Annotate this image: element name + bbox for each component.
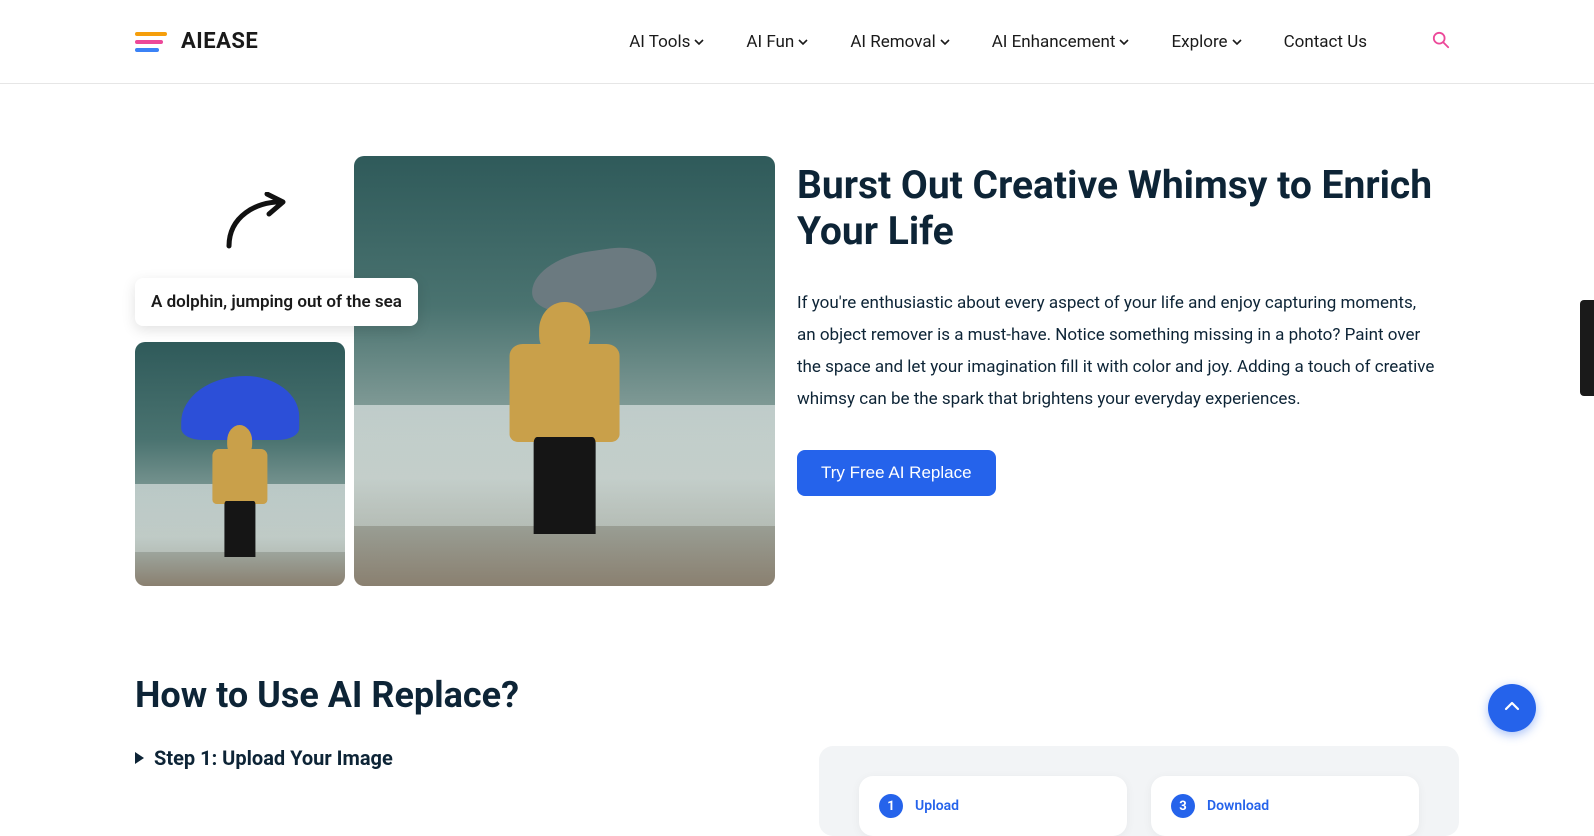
feedback-tab[interactable] bbox=[1580, 300, 1594, 396]
nav-ai-tools[interactable]: AI Tools bbox=[629, 32, 704, 52]
prompt-caption: A dolphin, jumping out of the sea bbox=[135, 278, 418, 326]
brand-name: AIEASE bbox=[181, 29, 258, 54]
step-label: Step 1: Upload Your Image bbox=[154, 746, 393, 770]
source-image bbox=[135, 342, 345, 586]
result-image bbox=[354, 156, 775, 586]
step-badge-label: Download bbox=[1207, 798, 1269, 814]
nav-ai-removal[interactable]: AI Removal bbox=[850, 32, 949, 52]
preview-card-download: 3 Download bbox=[1151, 776, 1419, 836]
main-nav: AI Tools AI Fun AI Removal AI Enhancemen… bbox=[629, 24, 1459, 60]
chevron-down-icon bbox=[940, 37, 950, 47]
nav-ai-fun[interactable]: AI Fun bbox=[746, 32, 808, 52]
howto-steps: Step 1: Upload Your Image bbox=[135, 746, 759, 836]
step-number-badge: 3 bbox=[1171, 794, 1195, 818]
nav-label: AI Removal bbox=[850, 32, 935, 52]
chevron-down-icon bbox=[1232, 37, 1242, 47]
step-badge-label: Upload bbox=[915, 798, 959, 814]
nav-contact-us[interactable]: Contact Us bbox=[1284, 32, 1367, 52]
nav-ai-enhancement[interactable]: AI Enhancement bbox=[992, 32, 1130, 52]
step-1[interactable]: Step 1: Upload Your Image bbox=[135, 746, 759, 770]
chevron-down-icon bbox=[1119, 37, 1129, 47]
step-number-badge: 1 bbox=[879, 794, 903, 818]
logo-icon bbox=[135, 30, 171, 54]
site-header: AIEASE AI Tools AI Fun AI Removal AI Enh… bbox=[0, 0, 1594, 84]
preview-card-upload: 1 Upload bbox=[859, 776, 1127, 836]
search-button[interactable] bbox=[1423, 24, 1459, 60]
person-figure bbox=[213, 425, 268, 557]
howto-preview-panel: 1 Upload 3 Download bbox=[819, 746, 1459, 836]
brand-logo[interactable]: AIEASE bbox=[135, 29, 258, 54]
arrow-icon bbox=[223, 192, 293, 252]
hero-visual: A dolphin, jumping out of the sea bbox=[135, 156, 775, 586]
scroll-to-top-button[interactable] bbox=[1488, 684, 1536, 732]
hero-copy: Burst Out Creative Whimsy to Enrich Your… bbox=[797, 156, 1459, 496]
nav-label: AI Enhancement bbox=[992, 32, 1116, 52]
chevron-up-icon bbox=[1504, 698, 1520, 718]
nav-label: Explore bbox=[1171, 32, 1227, 52]
nav-label: AI Tools bbox=[629, 32, 690, 52]
person-figure bbox=[510, 302, 619, 534]
howto-heading: How to Use AI Replace? bbox=[135, 674, 1459, 716]
chevron-down-icon bbox=[798, 37, 808, 47]
hero-heading: Burst Out Creative Whimsy to Enrich Your… bbox=[797, 162, 1459, 254]
nav-label: Contact Us bbox=[1284, 32, 1367, 52]
search-icon bbox=[1432, 31, 1450, 53]
chevron-down-icon bbox=[694, 37, 704, 47]
howto-section: How to Use AI Replace? Step 1: Upload Yo… bbox=[0, 626, 1594, 836]
hero-section: A dolphin, jumping out of the sea Burst … bbox=[0, 84, 1594, 626]
nav-label: AI Fun bbox=[746, 32, 794, 52]
triangle-right-icon bbox=[135, 752, 144, 764]
try-free-button[interactable]: Try Free AI Replace bbox=[797, 450, 996, 496]
hero-body: If you're enthusiastic about every aspec… bbox=[797, 288, 1437, 416]
nav-explore[interactable]: Explore bbox=[1171, 32, 1241, 52]
